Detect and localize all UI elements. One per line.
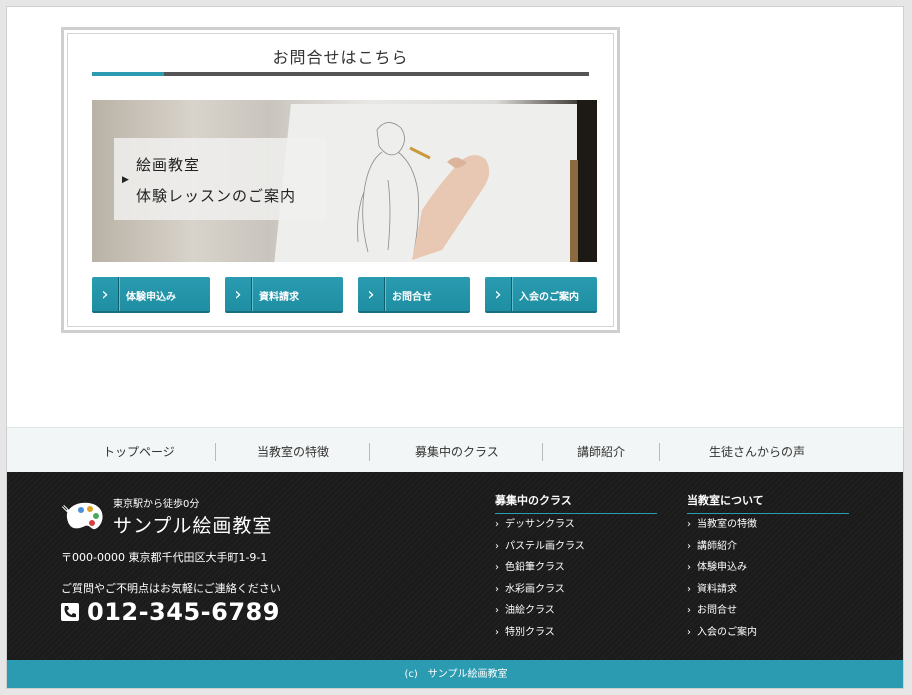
footer-link[interactable]: › 当教室の特徴 bbox=[687, 514, 849, 536]
caret-right-icon: ▶ bbox=[122, 175, 129, 185]
chevron-right-icon: › bbox=[687, 519, 691, 530]
footer-link[interactable]: › 色鉛筆クラス bbox=[495, 557, 657, 579]
site-name[interactable]: サンプル絵画教室 bbox=[113, 511, 272, 538]
link-label: 特別クラス bbox=[505, 626, 555, 638]
chevron-right-icon: › bbox=[687, 540, 691, 552]
footer-link[interactable]: › デッサンクラス bbox=[495, 514, 657, 536]
chevron-right-icon: › bbox=[92, 277, 119, 311]
title-rule-accent bbox=[92, 72, 164, 76]
nav-item-top[interactable]: トップページ bbox=[103, 443, 175, 460]
footer-about-list: › 当教室の特徴 › 講師紹介 › 体験申込み › 資料請求 › お問合せ › 入会のご案内 bbox=[687, 514, 849, 643]
link-label: パステル画クラス bbox=[505, 540, 585, 552]
palette-icon bbox=[61, 502, 103, 530]
site-footer: 東京駅から徒歩0分 サンプル絵画教室 〒000-0000 東京都千代田区大手町1… bbox=[7, 472, 903, 660]
link-label: 入会のご案内 bbox=[697, 626, 757, 638]
link-label: 当教室の特徴 bbox=[697, 519, 757, 530]
nav-divider bbox=[542, 443, 543, 461]
nav-divider bbox=[659, 443, 660, 461]
copyright-bar: (c) サンプル絵画教室 bbox=[7, 660, 903, 688]
footer-link[interactable]: › お問合せ bbox=[687, 600, 849, 622]
membership-guide-button[interactable]: › 入会のご案内 bbox=[485, 277, 597, 313]
inquiry-text: ご質問やご不明点はお気軽にご連絡ください bbox=[61, 582, 281, 595]
tagline: 東京駅から徒歩0分 bbox=[113, 499, 200, 510]
footer-link[interactable]: › パステル画クラス bbox=[495, 536, 657, 558]
chevron-right-icon: › bbox=[495, 626, 499, 638]
hero-line2: 体験レッスンのご案内 bbox=[136, 187, 297, 205]
footer-about-title: 当教室について bbox=[687, 492, 849, 514]
footer-link[interactable]: › 資料請求 bbox=[687, 579, 849, 601]
address: 〒000-0000 東京都千代田区大手町1-9-1 bbox=[61, 551, 268, 564]
link-label: 油絵クラス bbox=[505, 605, 555, 616]
footer-link[interactable]: › 体験申込み bbox=[687, 557, 849, 579]
footer-link[interactable]: › 油絵クラス bbox=[495, 600, 657, 622]
button-label: 体験申込み bbox=[126, 292, 176, 303]
chevron-right-icon: › bbox=[485, 277, 512, 311]
link-label: デッサンクラス bbox=[505, 519, 575, 530]
hero-banner[interactable]: ▶ 絵画教室 体験レッスンのご案内 bbox=[92, 100, 597, 262]
chevron-right-icon: › bbox=[687, 605, 691, 616]
footer-classes-list: › デッサンクラス › パステル画クラス › 色鉛筆クラス › 水彩画クラス › 油絵クラ… bbox=[495, 514, 657, 643]
chevron-right-icon: › bbox=[687, 583, 691, 595]
hero-line1: 絵画教室 bbox=[136, 156, 201, 174]
inquiry-button[interactable]: › お問合せ bbox=[358, 277, 470, 313]
footer-link[interactable]: › 水彩画クラス bbox=[495, 579, 657, 601]
link-label: 講師紹介 bbox=[697, 540, 737, 552]
footer-link[interactable]: › 特別クラス bbox=[495, 622, 657, 644]
nav-item-testimonials[interactable]: 生徒さんからの声 bbox=[709, 443, 805, 460]
chevron-right-icon: › bbox=[495, 562, 499, 573]
footer-about-column: 当教室について › 当教室の特徴 › 講師紹介 › 体験申込み › 資料請求 › お問合せ… bbox=[687, 492, 849, 643]
phone-number[interactable]: 012-345-6789 bbox=[87, 598, 280, 626]
nav-item-features[interactable]: 当教室の特徴 bbox=[257, 443, 329, 460]
footer-classes-column: 募集中のクラス › デッサンクラス › パステル画クラス › 色鉛筆クラス › 水彩画ク… bbox=[495, 492, 657, 643]
chevron-right-icon: › bbox=[495, 605, 499, 616]
footer-nav: トップページ 当教室の特徴 募集中のクラス 講師紹介 生徒さんからの声 bbox=[7, 427, 903, 472]
button-label: お問合せ bbox=[392, 292, 432, 303]
trial-apply-button[interactable]: › 体験申込み bbox=[92, 277, 210, 313]
title-rule bbox=[92, 72, 589, 76]
contact-box: お問合せはこちら ▶ 絵画教室 体験レッスンのご案内 › 体験申込み › 資料請… bbox=[61, 27, 620, 333]
link-label: 資料請求 bbox=[697, 583, 737, 595]
phone-icon bbox=[61, 603, 79, 621]
chevron-right-icon: › bbox=[687, 626, 691, 638]
contact-buttons: › 体験申込み › 資料請求 › お問合せ › 入会のご案内 bbox=[92, 277, 597, 313]
chevron-right-icon: › bbox=[687, 562, 691, 573]
footer-link[interactable]: › 入会のご案内 bbox=[687, 622, 849, 644]
footer-classes-title: 募集中のクラス bbox=[495, 492, 657, 514]
link-label: 水彩画クラス bbox=[505, 583, 565, 595]
brochure-request-button[interactable]: › 資料請求 bbox=[225, 277, 343, 313]
link-label: 色鉛筆クラス bbox=[505, 562, 565, 573]
hero-caption: ▶ 絵画教室 体験レッスンのご案内 bbox=[114, 138, 326, 220]
nav-item-classes[interactable]: 募集中のクラス bbox=[415, 443, 499, 460]
chevron-right-icon: › bbox=[358, 277, 385, 311]
button-label: 入会のご案内 bbox=[519, 292, 579, 303]
nav-divider bbox=[369, 443, 370, 461]
chevron-right-icon: › bbox=[495, 540, 499, 552]
footer-link[interactable]: › 講師紹介 bbox=[687, 536, 849, 558]
chevron-right-icon: › bbox=[225, 277, 252, 311]
page-frame: お問合せはこちら ▶ 絵画教室 体験レッスンのご案内 › 体験申込み › 資料請… bbox=[6, 6, 904, 689]
contact-title: お問合せはこちら bbox=[272, 48, 409, 67]
nav-item-instructors[interactable]: 講師紹介 bbox=[577, 443, 625, 460]
link-label: お問合せ bbox=[697, 605, 737, 616]
link-label: 体験申込み bbox=[697, 562, 747, 573]
chevron-right-icon: › bbox=[495, 519, 499, 530]
chevron-right-icon: › bbox=[495, 583, 499, 595]
nav-divider bbox=[215, 443, 216, 461]
button-label: 資料請求 bbox=[259, 292, 299, 303]
contact-inner: お問合せはこちら ▶ 絵画教室 体験レッスンのご案内 › 体験申込み › 資料請… bbox=[67, 33, 614, 327]
